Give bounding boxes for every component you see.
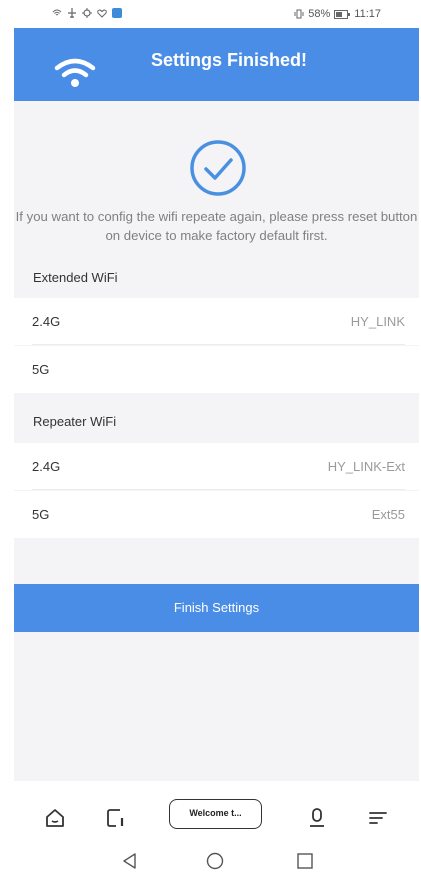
row-label: 5G [32, 507, 50, 522]
system-navigation-bar [0, 841, 421, 881]
tabs-icon[interactable] [105, 807, 127, 829]
repeater-wifi-row-2g: 2.4G HY_LINK-Ext [14, 443, 419, 490]
battery-icon [334, 9, 351, 19]
airplane-icon [68, 8, 76, 18]
row-value: Ext55 [371, 507, 405, 522]
home-circle-icon[interactable] [205, 851, 225, 871]
wifi-icon [54, 58, 96, 87]
row-label: 2.4G [32, 459, 61, 474]
row-label: 5G [32, 362, 50, 377]
extended-wifi-row-2g: 2.4G HY_LINK [14, 298, 419, 345]
check-circle-icon [190, 140, 246, 196]
clock: 11:17 [354, 8, 381, 20]
settings-gear-status-icon [82, 8, 92, 18]
vibrate-icon [294, 9, 304, 19]
recents-square-icon[interactable] [295, 851, 315, 871]
header-banner: Settings Finished! [14, 28, 419, 101]
menu-icon[interactable] [367, 807, 389, 829]
reset-instruction-text: If you want to config the wifi repeate a… [15, 209, 418, 243]
app-notification-icon [112, 8, 122, 18]
row-label: 2.4G [32, 314, 61, 329]
status-icons-right: 58% 11:17 [294, 8, 381, 20]
heart-icon [97, 9, 107, 18]
wifi-status-icon [52, 9, 62, 16]
status-icons-left [52, 8, 122, 18]
row-value: HY_LINK-Ext [327, 459, 405, 474]
home-icon[interactable] [44, 807, 66, 829]
section-heading-repeater-wifi: Repeater WiFi [33, 414, 117, 429]
finish-settings-button[interactable]: Finish Settings [14, 584, 419, 632]
microphone-icon[interactable] [306, 807, 328, 829]
current-tab-button[interactable]: Welcome t... [169, 799, 262, 829]
extended-wifi-row-5g: 5G [14, 346, 419, 393]
browser-toolbar: Welcome t... [0, 781, 421, 841]
settings-summary: If you want to config the wifi repeate a… [14, 101, 419, 781]
status-bar: 58% 11:17 [0, 0, 421, 28]
battery-percent: 58% [308, 8, 331, 20]
repeater-wifi-row-5g: 5G Ext55 [14, 491, 419, 538]
row-value: HY_LINK [350, 314, 405, 329]
section-heading-extended-wifi: Extended WiFi [33, 270, 118, 285]
page-title: Settings Finished! [151, 50, 308, 70]
back-triangle-icon[interactable] [120, 851, 140, 871]
